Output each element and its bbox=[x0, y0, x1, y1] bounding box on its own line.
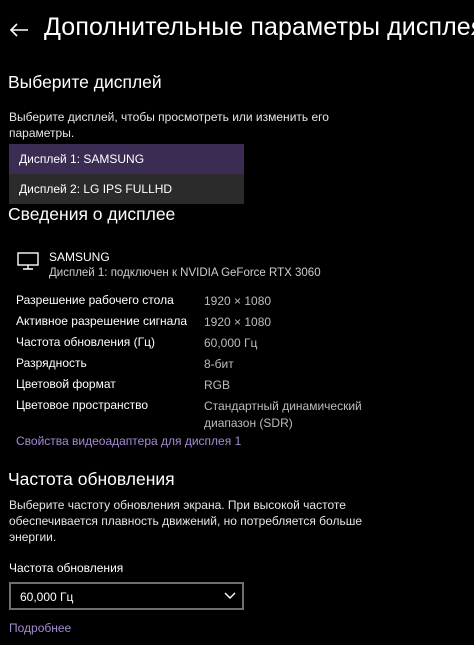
display-info-heading: Сведения о дисплее bbox=[8, 204, 176, 224]
select-display-description-line2: параметры. bbox=[9, 126, 75, 140]
refresh-rate-description-line2: обеспечивается плавность движений, но по… bbox=[9, 514, 363, 528]
refresh-rate-description-line3: энергии. bbox=[9, 530, 57, 544]
refresh-rate-select[interactable]: 60,000 Гц bbox=[9, 582, 244, 610]
refresh-rate-description-line1: Выберите частоту обновления экрана. При … bbox=[9, 498, 346, 512]
info-label: Цветовое пространство bbox=[16, 398, 149, 412]
info-value: Стандартный динамический диапазон (SDR) bbox=[204, 399, 362, 430]
refresh-rate-selected-value: 60,000 Гц bbox=[20, 590, 74, 604]
info-label: Частота обновления (Гц) bbox=[16, 335, 155, 349]
info-value: 1920 × 1080 bbox=[204, 315, 272, 329]
refresh-rate-description: Выберите частоту обновления экрана. При … bbox=[9, 497, 362, 545]
info-label: Цветовой формат bbox=[16, 377, 116, 391]
back-arrow-icon[interactable] bbox=[9, 22, 29, 38]
info-value: 60,000 Гц bbox=[204, 336, 258, 350]
info-label: Разрешение рабочего стола bbox=[16, 293, 174, 307]
display-option-1[interactable]: Дисплей 1: SAMSUNG bbox=[9, 144, 244, 174]
display-dropdown-list: Дисплей 1: SAMSUNG Дисплей 2: LG IPS FUL… bbox=[9, 144, 244, 204]
refresh-rate-heading: Частота обновления bbox=[8, 469, 175, 489]
monitor-icon bbox=[17, 252, 39, 270]
select-display-description: Выберите дисплей, чтобы просмотреть или … bbox=[9, 109, 329, 141]
info-label: Активное разрешение сигнала bbox=[16, 314, 188, 328]
chevron-down-icon bbox=[224, 592, 236, 599]
info-value: 8-бит bbox=[204, 357, 234, 371]
display-name: SAMSUNG bbox=[49, 250, 110, 264]
settings-page: Дополнительные параметры дисплея Выберит… bbox=[0, 0, 474, 645]
info-value: 1920 × 1080 bbox=[204, 294, 272, 308]
select-display-heading: Выберите дисплей bbox=[8, 72, 162, 92]
display-option-2[interactable]: Дисплей 2: LG IPS FULLHD bbox=[9, 174, 244, 204]
info-label: Разрядность bbox=[16, 356, 87, 370]
refresh-rate-field-label: Частота обновления bbox=[9, 561, 124, 575]
info-value: RGB bbox=[204, 378, 231, 392]
adapter-properties-link[interactable]: Свойства видеоадаптера для дисплея 1 bbox=[16, 434, 241, 448]
display-connection-subtitle: Дисплей 1: подключен к NVIDIA GeForce RT… bbox=[49, 267, 321, 279]
select-display-description-line1: Выберите дисплей, чтобы просмотреть или … bbox=[9, 110, 329, 124]
learn-more-link[interactable]: Подробнее bbox=[9, 621, 71, 635]
page-title: Дополнительные параметры дисплея bbox=[44, 13, 474, 41]
